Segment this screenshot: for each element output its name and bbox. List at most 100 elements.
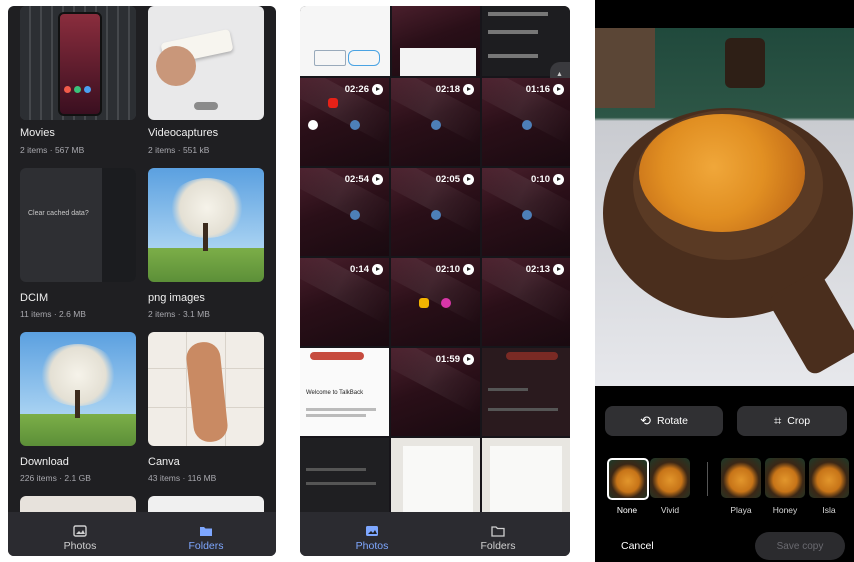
crop-label: Crop: [787, 415, 811, 427]
settings-icon: [350, 120, 360, 130]
folder-name-png-images: png images: [148, 292, 205, 304]
folder-thumb-png-images[interactable]: [148, 168, 264, 282]
video-thumb[interactable]: 02:18: [391, 78, 480, 166]
video-duration: 02:10: [436, 264, 474, 275]
play-icon: [463, 84, 474, 95]
photos-icon: [366, 526, 378, 536]
video-thumb[interactable]: 02:26: [300, 78, 389, 166]
nav-photos[interactable]: Photos: [342, 525, 402, 552]
playstore-icon: [308, 120, 318, 130]
folder-name-dcim: DCIM: [20, 292, 49, 304]
play-icon: [553, 264, 564, 275]
crop-button[interactable]: ⌗ Crop: [737, 406, 847, 436]
editor-screen: ⟲ Rotate ⌗ Crop None Vivid Playa Honey I…: [595, 0, 854, 562]
settings-icon: [431, 120, 441, 130]
nav-folders[interactable]: Folders: [468, 525, 528, 552]
video-thumb[interactable]: 0:14: [300, 258, 389, 346]
folder-meta-canva: 43 items · 116 MB: [148, 473, 217, 483]
video-duration: 01:59: [436, 354, 474, 365]
play-icon: [553, 84, 564, 95]
play-icon: [463, 174, 474, 185]
folder-thumb-canva[interactable]: [148, 332, 264, 446]
filter-isla[interactable]: [809, 458, 849, 498]
screenshot-thumb[interactable]: [392, 6, 480, 76]
play-icon: [372, 84, 383, 95]
video-thumb[interactable]: 02:10: [391, 258, 480, 346]
folder-meta-png-images: 2 items · 3.1 MB: [148, 309, 210, 319]
app-icon: [419, 298, 429, 308]
bottom-nav: Photos Folders: [8, 512, 276, 556]
photos-screen: ▲▼ 02:26 02:18 01:16 02:54 02:05 0:10 0:…: [300, 6, 570, 556]
play-icon: [553, 174, 564, 185]
youtube-icon: [328, 98, 338, 108]
video-thumb[interactable]: 02:54: [300, 168, 389, 256]
save-copy-button[interactable]: Save copy: [755, 532, 845, 560]
video-thumb[interactable]: 01:16: [482, 78, 570, 166]
play-icon: [463, 354, 474, 365]
settings-icon: [522, 120, 532, 130]
folder-name-download: Download: [20, 456, 69, 468]
folder-meta-movies: 2 items · 567 MB: [20, 145, 85, 155]
filter-none[interactable]: [607, 458, 649, 500]
nav-photos-label: Photos: [63, 540, 97, 552]
folder-name-videocaptures: Videocaptures: [148, 127, 219, 139]
filter-vivid[interactable]: [650, 458, 690, 498]
video-duration: 0:14: [350, 264, 383, 275]
video-thumb[interactable]: 02:05: [391, 168, 480, 256]
folder-meta-dcim: 11 items · 2.6 MB: [20, 309, 86, 319]
filter-divider: [707, 462, 708, 496]
folder-thumb-download[interactable]: [20, 332, 136, 446]
screenshot-thumb[interactable]: [300, 438, 389, 518]
folder-name-movies: Movies: [20, 127, 55, 139]
filter-label: Vivid: [660, 505, 680, 515]
folders-screen: Movies 2 items · 567 MB Videocaptures 2 …: [8, 6, 276, 556]
folder-thumb-movies[interactable]: [20, 6, 136, 120]
play-icon: [463, 264, 474, 275]
video-thumb[interactable]: 02:13: [482, 258, 570, 346]
folder-thumb-dcim[interactable]: Clear cached data?: [20, 168, 136, 282]
play-icon: [372, 264, 383, 275]
filter-label: Playa: [730, 505, 752, 515]
filter-playa[interactable]: [721, 458, 761, 498]
app-icon: [441, 298, 451, 308]
folder-meta-download: 226 items · 2.1 GB: [20, 473, 91, 483]
rotate-icon: ⟲: [640, 413, 651, 428]
video-duration: 01:16: [526, 84, 564, 95]
filter-honey[interactable]: [765, 458, 805, 498]
video-duration: 02:18: [436, 84, 474, 95]
photo-thumb[interactable]: [482, 438, 570, 518]
screenshot-thumb[interactable]: Welcome to TalkBack: [300, 348, 389, 436]
screenshot-thumb[interactable]: [482, 348, 570, 436]
dcim-tile-text: Clear cached data?: [28, 210, 89, 217]
nav-photos[interactable]: Photos: [50, 525, 110, 552]
cancel-button[interactable]: Cancel: [621, 540, 654, 552]
folder-thumb-videocaptures[interactable]: [148, 6, 264, 120]
photo-preview[interactable]: [595, 28, 854, 386]
red-button-graphic: [310, 352, 364, 360]
photos-icon: [73, 525, 87, 537]
video-thumb[interactable]: 0:10: [482, 168, 570, 256]
play-icon: [372, 174, 383, 185]
bottom-nav: Photos Folders: [300, 512, 570, 556]
video-duration: 02:05: [436, 174, 474, 185]
rotate-button[interactable]: ⟲ Rotate: [605, 406, 723, 436]
nav-folders[interactable]: Folders: [176, 525, 236, 552]
filter-label: Honey: [772, 505, 798, 515]
video-duration: 02:13: [526, 264, 564, 275]
settings-icon: [522, 210, 532, 220]
filter-label: None: [616, 505, 638, 515]
red-button-graphic: [506, 352, 558, 360]
video-thumb[interactable]: 01:59: [391, 348, 480, 436]
rotate-label: Rotate: [656, 415, 688, 427]
screenshot-thumb[interactable]: [300, 6, 390, 76]
settings-icon: [350, 210, 360, 220]
nav-folders-label: Folders: [480, 540, 516, 552]
talkback-title: Welcome to TalkBack: [306, 390, 364, 396]
folder-icon: [200, 527, 212, 536]
folder-name-canva: Canva: [148, 456, 180, 468]
photo-thumb[interactable]: [391, 438, 480, 518]
nav-photos-label: Photos: [355, 540, 389, 552]
nav-folders-label: Folders: [188, 540, 224, 552]
folder-meta-videocaptures: 2 items · 551 kB: [148, 145, 210, 155]
video-duration: 02:54: [345, 174, 383, 185]
